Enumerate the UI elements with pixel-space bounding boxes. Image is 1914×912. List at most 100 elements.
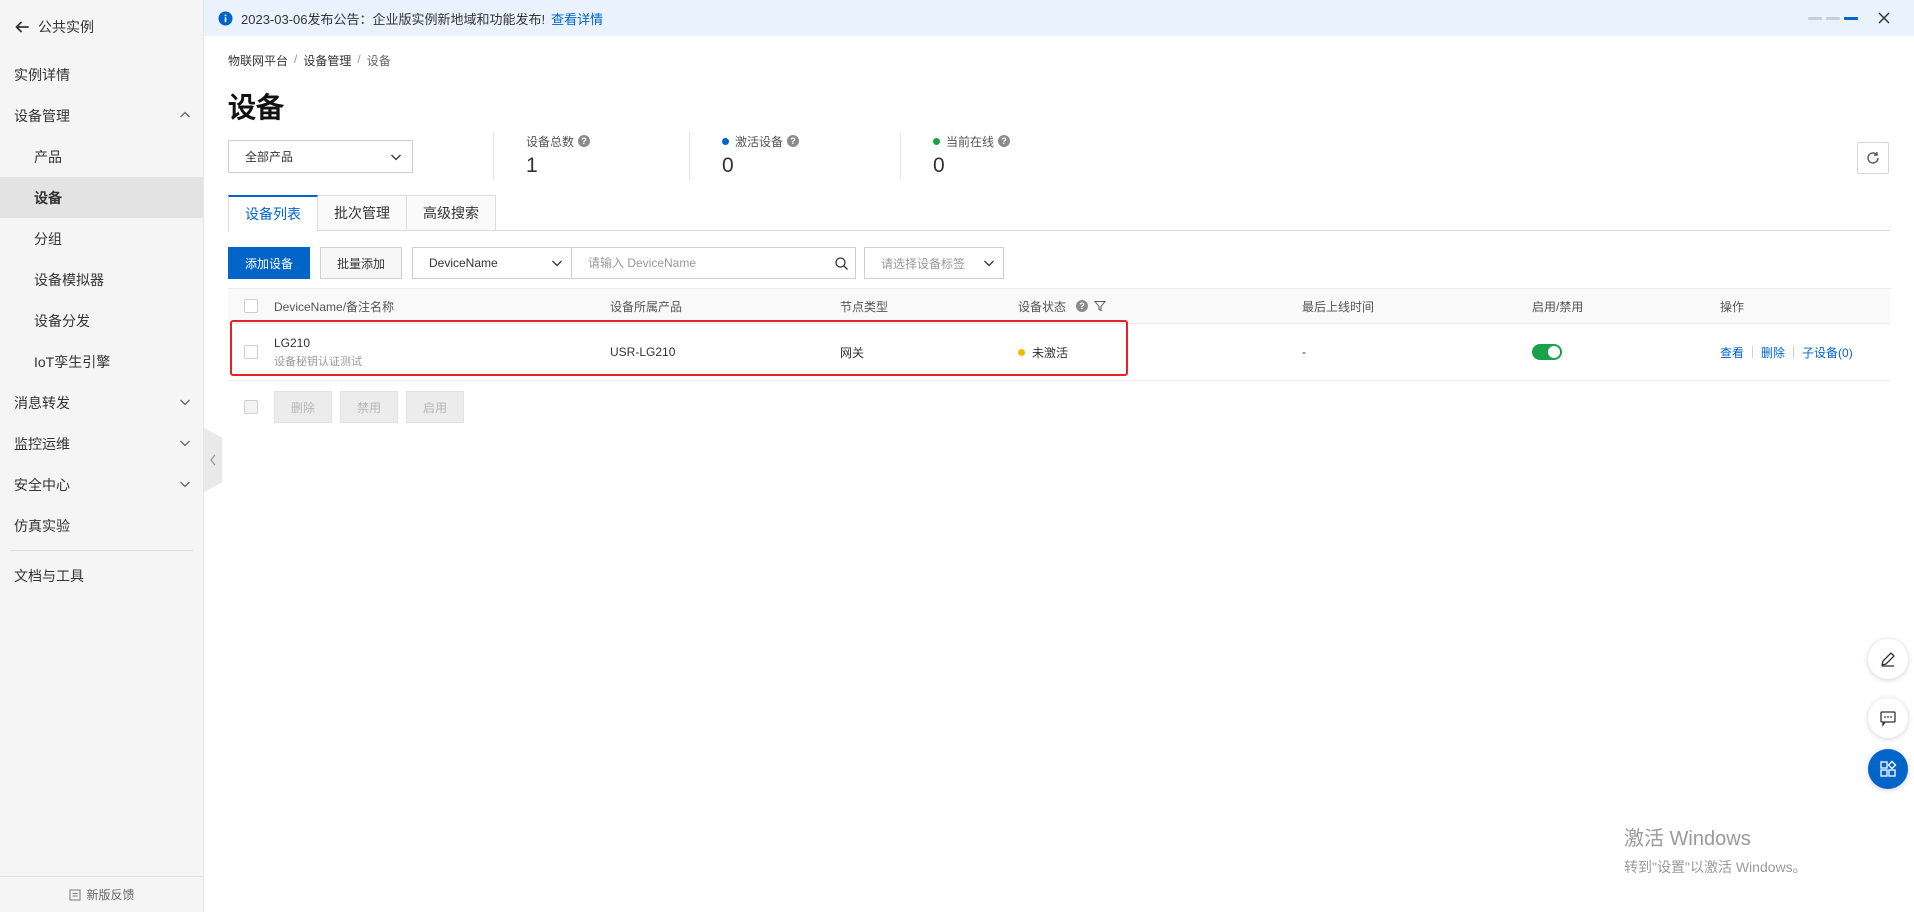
chat-float-button[interactable] bbox=[1868, 698, 1908, 738]
tab-advanced-search[interactable]: 高级搜索 bbox=[407, 195, 496, 231]
feedback-icon bbox=[68, 888, 82, 902]
edit-icon bbox=[1879, 650, 1897, 668]
question-icon[interactable]: ? bbox=[578, 135, 591, 147]
sidebar-item-docs-tools[interactable]: 文档与工具 bbox=[0, 555, 203, 596]
tab-batch-management[interactable]: 批次管理 bbox=[318, 195, 407, 231]
stat-total-devices: 设备总数? 1 bbox=[493, 132, 591, 180]
sidebar-item-groups[interactable]: 分组 bbox=[0, 218, 203, 259]
pager-dot[interactable] bbox=[1808, 16, 1822, 20]
breadcrumb-item[interactable]: 设备管理 bbox=[303, 52, 351, 69]
sidebar-item-device-distribution[interactable]: 设备分发 bbox=[0, 300, 203, 341]
question-icon[interactable]: ? bbox=[787, 135, 800, 147]
sidebar-item-simulation-lab[interactable]: 仿真实验 bbox=[0, 505, 203, 546]
sidebar-item-monitoring[interactable]: 监控运维 bbox=[0, 423, 203, 464]
bulk-select-checkbox[interactable] bbox=[244, 400, 258, 414]
add-device-button[interactable]: 添加设备 bbox=[228, 247, 310, 279]
back-label: 公共实例 bbox=[38, 19, 94, 35]
apps-float-button[interactable] bbox=[1868, 749, 1908, 789]
announcement-details-link[interactable]: 查看详情 bbox=[551, 9, 603, 28]
column-header: 启用/禁用 bbox=[1532, 299, 1584, 314]
bulk-action-bar: 删除 禁用 启用 bbox=[228, 391, 472, 423]
sidebar-item-device-simulator[interactable]: 设备模拟器 bbox=[0, 259, 203, 300]
sidebar-item-security-center[interactable]: 安全中心 bbox=[0, 464, 203, 505]
batch-add-button[interactable]: 批量添加 bbox=[320, 247, 402, 279]
edit-float-button[interactable] bbox=[1868, 639, 1908, 679]
refresh-button[interactable] bbox=[1857, 142, 1889, 174]
device-table-header: DeviceName/备注名称 设备所属产品 节点类型 设备状态 ? 最后上线时… bbox=[228, 288, 1890, 324]
windows-activation-watermark: 激活 Windows 转到"设置"以激活 Windows。 bbox=[1624, 828, 1807, 875]
question-icon[interactable]: ? bbox=[1076, 300, 1089, 312]
column-header: 节点类型 bbox=[840, 299, 889, 314]
stat-online-devices: 当前在线? 0 bbox=[900, 132, 1011, 180]
device-remark: 设备秘钥认证测试 bbox=[274, 355, 362, 368]
delete-device-link[interactable]: 删除 bbox=[1761, 344, 1785, 361]
chevron-down-icon bbox=[177, 394, 193, 410]
tab-device-list[interactable]: 设备列表 bbox=[228, 195, 318, 232]
sidebar-item-devices[interactable]: 设备 bbox=[0, 177, 203, 218]
activated-dot bbox=[722, 137, 729, 145]
sidebar-collapse-handle[interactable] bbox=[204, 428, 222, 492]
status-dot bbox=[1018, 348, 1025, 356]
announcement-text: 2023-03-06发布公告：企业版实例新地域和功能发布! bbox=[241, 11, 546, 27]
online-dot bbox=[933, 137, 940, 145]
device-toolbar: 添加设备 批量添加 DeviceName 请选择设备标签 bbox=[228, 247, 1004, 279]
refresh-icon bbox=[1865, 150, 1881, 166]
column-header-status: 设备状态 ? bbox=[1018, 289, 1107, 323]
column-header: 操作 bbox=[1720, 299, 1745, 314]
breadcrumb-current: 设备 bbox=[366, 54, 391, 68]
sidebar-item-products[interactable]: 产品 bbox=[0, 136, 203, 177]
column-header: 最后上线时间 bbox=[1302, 299, 1375, 314]
filter-icon[interactable] bbox=[1094, 300, 1107, 312]
device-product: USR-LG210 bbox=[610, 345, 676, 359]
device-search-input[interactable] bbox=[572, 248, 855, 278]
device-tag-select[interactable]: 请选择设备标签 bbox=[864, 247, 1004, 279]
sidebar: 公共实例 实例详情 设备管理 产品 设备 分组 设备模拟器 设备分发 IoT孪生… bbox=[0, 0, 204, 912]
chat-icon bbox=[1879, 709, 1897, 727]
pager-dot[interactable] bbox=[1826, 16, 1840, 20]
sidebar-item-device-management[interactable]: 设备管理 bbox=[0, 95, 203, 136]
device-last-online: - bbox=[1302, 345, 1306, 359]
breadcrumb: 物联网平台 / 设备管理 / 设备 bbox=[228, 52, 391, 69]
bulk-enable-button[interactable]: 启用 bbox=[406, 391, 464, 423]
sidebar-item-instance-details[interactable]: 实例详情 bbox=[0, 54, 203, 95]
sidebar-item-message-forwarding[interactable]: 消息转发 bbox=[0, 382, 203, 423]
device-enable-toggle[interactable] bbox=[1532, 344, 1562, 360]
pager-dot-active[interactable] bbox=[1844, 16, 1858, 20]
device-search-box bbox=[572, 247, 856, 279]
info-icon bbox=[218, 11, 233, 26]
view-device-link[interactable]: 查看 bbox=[1720, 344, 1744, 361]
page-title: 设备 bbox=[228, 92, 285, 123]
device-node-type: 网关 bbox=[840, 345, 865, 360]
chevron-down-icon bbox=[981, 255, 997, 271]
subdevices-link[interactable]: 子设备(0) bbox=[1802, 344, 1853, 361]
bulk-delete-button[interactable]: 删除 bbox=[274, 391, 332, 423]
device-name[interactable]: LG210 bbox=[274, 336, 310, 350]
apps-icon bbox=[1879, 760, 1897, 778]
feedback-link[interactable]: 新版反馈 bbox=[0, 876, 203, 912]
chevron-down-icon bbox=[177, 435, 193, 451]
back-to-instances[interactable]: 公共实例 bbox=[0, 0, 203, 54]
device-tabs: 设备列表 批次管理 高级搜索 bbox=[228, 195, 1890, 232]
announcement-pager bbox=[1808, 10, 1892, 26]
device-status: 未激活 bbox=[1018, 324, 1068, 380]
chevron-down-icon bbox=[177, 476, 193, 492]
row-checkbox[interactable] bbox=[244, 345, 258, 359]
question-icon[interactable]: ? bbox=[998, 135, 1011, 147]
select-all-checkbox[interactable] bbox=[244, 299, 258, 313]
search-icon[interactable] bbox=[834, 256, 849, 271]
chevron-down-icon bbox=[388, 149, 404, 165]
breadcrumb-item[interactable]: 物联网平台 bbox=[228, 52, 288, 69]
sidebar-item-iot-twin-engine[interactable]: IoT孪生引擎 bbox=[0, 341, 203, 382]
table-row: LG210 设备秘钥认证测试 USR-LG210 网关 未激活 - 查看 删除 … bbox=[228, 324, 1890, 381]
bulk-disable-button[interactable]: 禁用 bbox=[340, 391, 398, 423]
chevron-down-icon bbox=[549, 255, 565, 271]
device-actions: 查看 删除 子设备(0) bbox=[1720, 324, 1853, 380]
device-name-cell: LG210 设备秘钥认证测试 bbox=[274, 324, 362, 380]
stat-activated-devices: 激活设备? 0 bbox=[689, 132, 800, 180]
close-icon[interactable] bbox=[1876, 10, 1892, 26]
column-header: DeviceName/备注名称 bbox=[274, 299, 395, 314]
product-filter-select[interactable]: 全部产品 bbox=[228, 140, 413, 173]
search-field-select[interactable]: DeviceName bbox=[412, 247, 572, 279]
device-enable-toggle-cell bbox=[1532, 324, 1562, 380]
column-header: 设备所属产品 bbox=[610, 299, 683, 314]
